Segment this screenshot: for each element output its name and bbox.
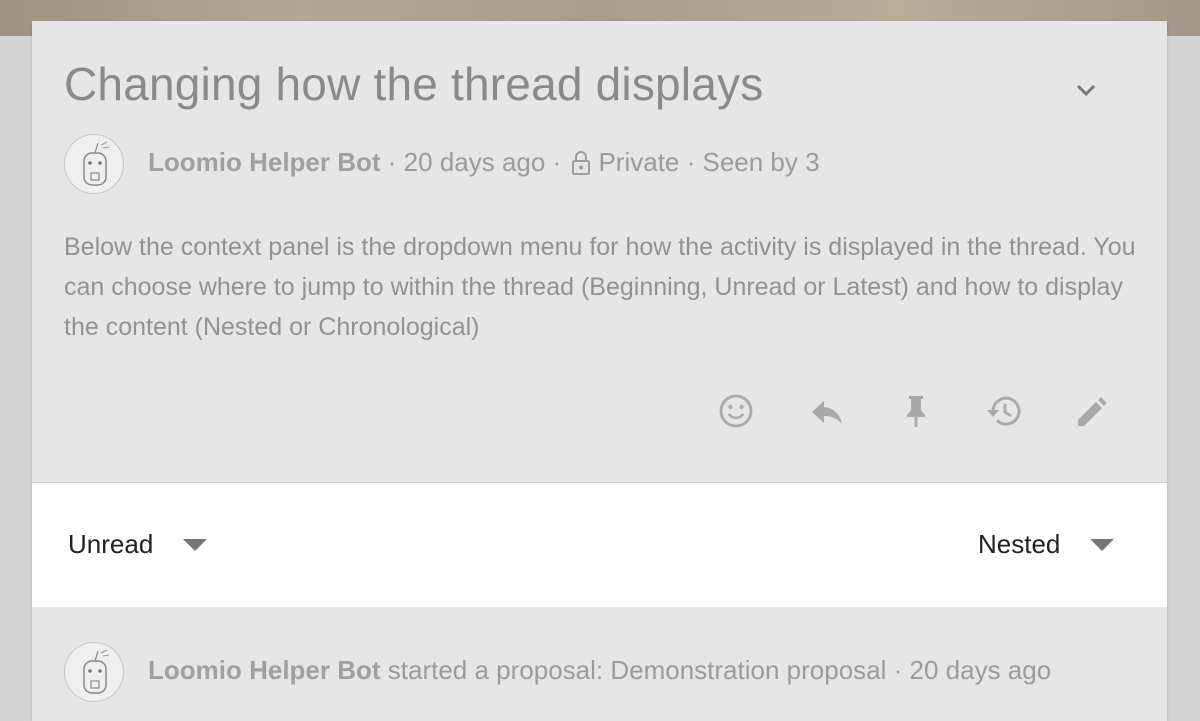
pin-icon[interactable] bbox=[896, 391, 936, 431]
smiley-icon[interactable] bbox=[716, 391, 756, 431]
chevron-down-icon[interactable] bbox=[1066, 71, 1106, 111]
separator: · bbox=[545, 147, 569, 177]
thread-meta: Loomio Helper Bot · 20 days ago · Privat… bbox=[148, 147, 820, 178]
avatar[interactable] bbox=[64, 642, 124, 702]
event-headline: Loomio Helper Bot started a proposal: De… bbox=[148, 655, 1051, 686]
thread-description: Below the context panel is the dropdown … bbox=[64, 233, 1136, 341]
history-icon[interactable] bbox=[984, 391, 1024, 431]
thread-title: Changing how the thread displays bbox=[64, 58, 764, 110]
jump-to-dropdown[interactable]: Unread bbox=[68, 529, 208, 560]
event-action[interactable]: started a proposal: Demonstration propos… bbox=[381, 655, 887, 685]
lock-icon bbox=[570, 150, 592, 176]
dropdown-arrow-icon bbox=[183, 538, 208, 551]
seen-by[interactable]: Seen by 3 bbox=[702, 147, 819, 178]
thread-filter-bar: Unread Nested bbox=[32, 482, 1167, 607]
reply-icon[interactable] bbox=[807, 391, 847, 431]
thread-card: Changing how the thread displays Loomio … bbox=[32, 21, 1167, 721]
separator: · bbox=[679, 147, 703, 177]
event-author[interactable]: Loomio Helper Bot bbox=[148, 655, 381, 685]
edit-icon[interactable] bbox=[1072, 391, 1112, 431]
dropdown-arrow-icon bbox=[1090, 538, 1115, 551]
separator: · bbox=[380, 147, 404, 177]
jump-to-selected: Unread bbox=[68, 529, 154, 559]
avatar[interactable] bbox=[64, 134, 124, 194]
thread-time[interactable]: 20 days ago bbox=[404, 147, 546, 178]
author-name[interactable]: Loomio Helper Bot bbox=[148, 147, 381, 178]
privacy-label: Private bbox=[598, 147, 680, 177]
display-mode-dropdown[interactable]: Nested bbox=[978, 529, 1115, 560]
separator: · bbox=[886, 655, 910, 685]
display-mode-selected: Nested bbox=[978, 529, 1061, 559]
event-time[interactable]: 20 days ago bbox=[910, 655, 1052, 685]
